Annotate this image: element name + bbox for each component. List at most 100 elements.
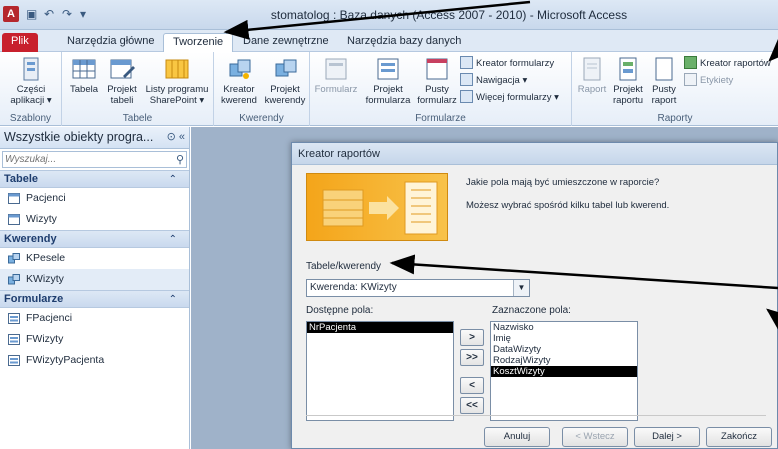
sharepoint-icon <box>165 59 189 79</box>
report-wizard-button[interactable]: Kreator raportów <box>684 56 771 71</box>
nav-item-wizyty[interactable]: Wizyty <box>0 209 189 230</box>
tables-queries-label: Tabele/kwerendy <box>306 261 382 272</box>
form-wizard-icon <box>460 56 473 69</box>
report-button[interactable]: Raport <box>574 56 610 95</box>
chevron-down-icon[interactable]: ▼ <box>513 280 529 296</box>
tab-create[interactable]: Tworzenie <box>163 33 234 53</box>
next-button[interactable]: Dalej > <box>634 427 700 447</box>
tab-external-data[interactable]: Dane zewnętrzne <box>234 33 338 52</box>
finish-button[interactable]: Zakończ <box>706 427 772 447</box>
nav-category-forms[interactable]: Formularze ⌃ <box>0 290 189 308</box>
nav-item-fpacjenci[interactable]: FPacjenci <box>0 308 189 329</box>
report-wizard-graphic-icon <box>322 181 438 235</box>
nav-item-fwizyty[interactable]: FWizyty <box>0 329 189 350</box>
remove-field-button[interactable]: < <box>460 377 484 394</box>
available-fields-label: Dostępne pola: <box>306 305 374 316</box>
form-wizard-button[interactable]: Kreator formularzy <box>460 56 554 71</box>
table-button[interactable]: Tabela <box>66 56 102 95</box>
tab-database-tools[interactable]: Narzędzia bazy danych <box>338 33 470 52</box>
nav-item-fwizytypacjenta[interactable]: FWizytyPacjenta <box>0 350 189 371</box>
tab-file[interactable]: Plik <box>2 33 38 52</box>
ribbon: Części aplikacji ▾ Szablony Tabela Proje… <box>0 52 778 126</box>
table-icon <box>72 59 96 79</box>
report-design-button[interactable]: Projekt raportu <box>610 56 646 106</box>
more-forms-icon <box>460 90 473 103</box>
search-icon[interactable]: ⚲ <box>176 153 184 166</box>
group-tables: Tabela Projekt tabeli Listy programu Sha… <box>62 52 214 126</box>
list-item[interactable]: KosztWizyty <box>491 366 637 377</box>
query-wizard-icon <box>229 59 251 79</box>
nav-item-kpesele[interactable]: KPesele <box>0 248 189 269</box>
list-item[interactable]: DataWizyty <box>491 344 637 355</box>
group-reports: Raport Projekt raportu Pusty raport Krea… <box>572 52 778 126</box>
list-item[interactable]: RodzajWizyty <box>491 355 637 366</box>
wizard-hint: Możesz wybrać spośród kilku tabel lub kw… <box>466 200 670 211</box>
form-design-button[interactable]: Projekt formularza <box>362 56 414 106</box>
group-label-forms: Formularze <box>415 113 466 124</box>
query-icon <box>8 253 20 264</box>
navigation-icon <box>460 73 473 86</box>
nav-search-box: ⚲ <box>2 151 187 168</box>
list-item[interactable]: Nazwisko <box>491 322 637 333</box>
query-design-icon <box>275 59 297 77</box>
report-wizard-icon <box>684 56 697 69</box>
dialog-separator <box>306 415 766 416</box>
group-label-queries: Kwerendy <box>239 113 284 124</box>
blank-form-button[interactable]: Pusty formularz <box>416 56 458 106</box>
nav-category-tables[interactable]: Tabele ⌃ <box>0 170 189 188</box>
form-button[interactable]: Formularz <box>312 56 360 95</box>
add-field-button[interactable]: > <box>460 329 484 346</box>
window-title: stomatolog : Baza danych (Access 2007 - … <box>270 8 628 22</box>
dialog-title: Kreator raportów <box>292 143 777 165</box>
ribbon-tabs: Plik Narzędzia główne Tworzenie Dane zew… <box>0 30 778 53</box>
list-item[interactable]: NrPacjenta <box>307 322 453 333</box>
more-forms-button[interactable]: Więcej formularzy ▾ <box>460 90 559 105</box>
cancel-button[interactable]: Anuluj <box>484 427 550 447</box>
query-design-button[interactable]: Projekt kwerendy <box>262 56 308 106</box>
report-wizard-dialog: Kreator raportów Jakie pola mają być umi… <box>291 142 778 449</box>
form-icon <box>8 334 20 345</box>
query-wizard-button[interactable]: Kreator kwerend <box>216 56 262 106</box>
list-item[interactable]: Imię <box>491 333 637 344</box>
available-fields-list[interactable]: NrPacjenta <box>306 321 454 421</box>
collapse-pane-icon[interactable]: « <box>179 131 185 143</box>
nav-search-input[interactable] <box>3 152 163 167</box>
nav-category-queries[interactable]: Kwerendy ⌃ <box>0 230 189 248</box>
group-label-templates: Szablony <box>9 113 52 124</box>
table-design-icon <box>110 59 135 79</box>
blank-report-icon <box>655 57 673 81</box>
remove-all-fields-button[interactable]: << <box>460 397 484 414</box>
labels-button[interactable]: Etykiety <box>684 73 733 88</box>
back-button[interactable]: < Wstecz <box>562 427 628 447</box>
collapse-chevron-icon: ⌃ <box>168 234 177 245</box>
form-icon <box>8 313 20 324</box>
query-icon <box>8 274 20 285</box>
form-icon <box>8 355 20 366</box>
selected-fields-label: Zaznaczone pola: <box>492 305 571 316</box>
report-design-icon <box>619 57 637 81</box>
collapse-chevron-icon: ⌃ <box>168 294 177 305</box>
nav-pane-header[interactable]: Wszystkie obiekty progra... ⊙ « <box>0 127 189 149</box>
group-queries: Kreator kwerend Projekt kwerendy Kwerend… <box>214 52 310 126</box>
selected-fields-list[interactable]: Nazwisko Imię DataWizyty RodzajWizyty Ko… <box>490 321 638 421</box>
navigation-button[interactable]: Nawigacja ▾ <box>460 73 527 88</box>
labels-icon <box>684 73 697 86</box>
application-parts-icon <box>23 57 39 81</box>
nav-menu-icon[interactable]: ⊙ <box>167 131 176 143</box>
tables-queries-combo[interactable]: Kwerenda: KWizyty ▼ <box>306 279 530 297</box>
report-icon <box>583 57 601 81</box>
group-templates: Części aplikacji ▾ Szablony <box>0 52 62 126</box>
group-label-tables: Tabele <box>122 113 153 124</box>
group-forms: Formularz Projekt formularza Pusty formu… <box>310 52 572 126</box>
form-design-icon <box>377 58 399 80</box>
table-design-button[interactable]: Projekt tabeli <box>102 56 142 106</box>
nav-item-pacjenci[interactable]: Pacjenci <box>0 188 189 209</box>
navigation-pane: Wszystkie obiekty progra... ⊙ « ⚲ Tabele… <box>0 127 190 449</box>
blank-report-button[interactable]: Pusty raport <box>646 56 682 106</box>
wizard-question: Jakie pola mają być umieszczone w raporc… <box>466 177 660 188</box>
nav-item-kwizyty[interactable]: KWizyty <box>0 269 189 290</box>
tab-home[interactable]: Narzędzia główne <box>58 33 163 52</box>
sharepoint-lists-button[interactable]: Listy programu SharePoint ▾ <box>144 56 210 106</box>
add-all-fields-button[interactable]: >> <box>460 349 484 366</box>
application-parts-button[interactable]: Części aplikacji ▾ <box>4 56 58 106</box>
